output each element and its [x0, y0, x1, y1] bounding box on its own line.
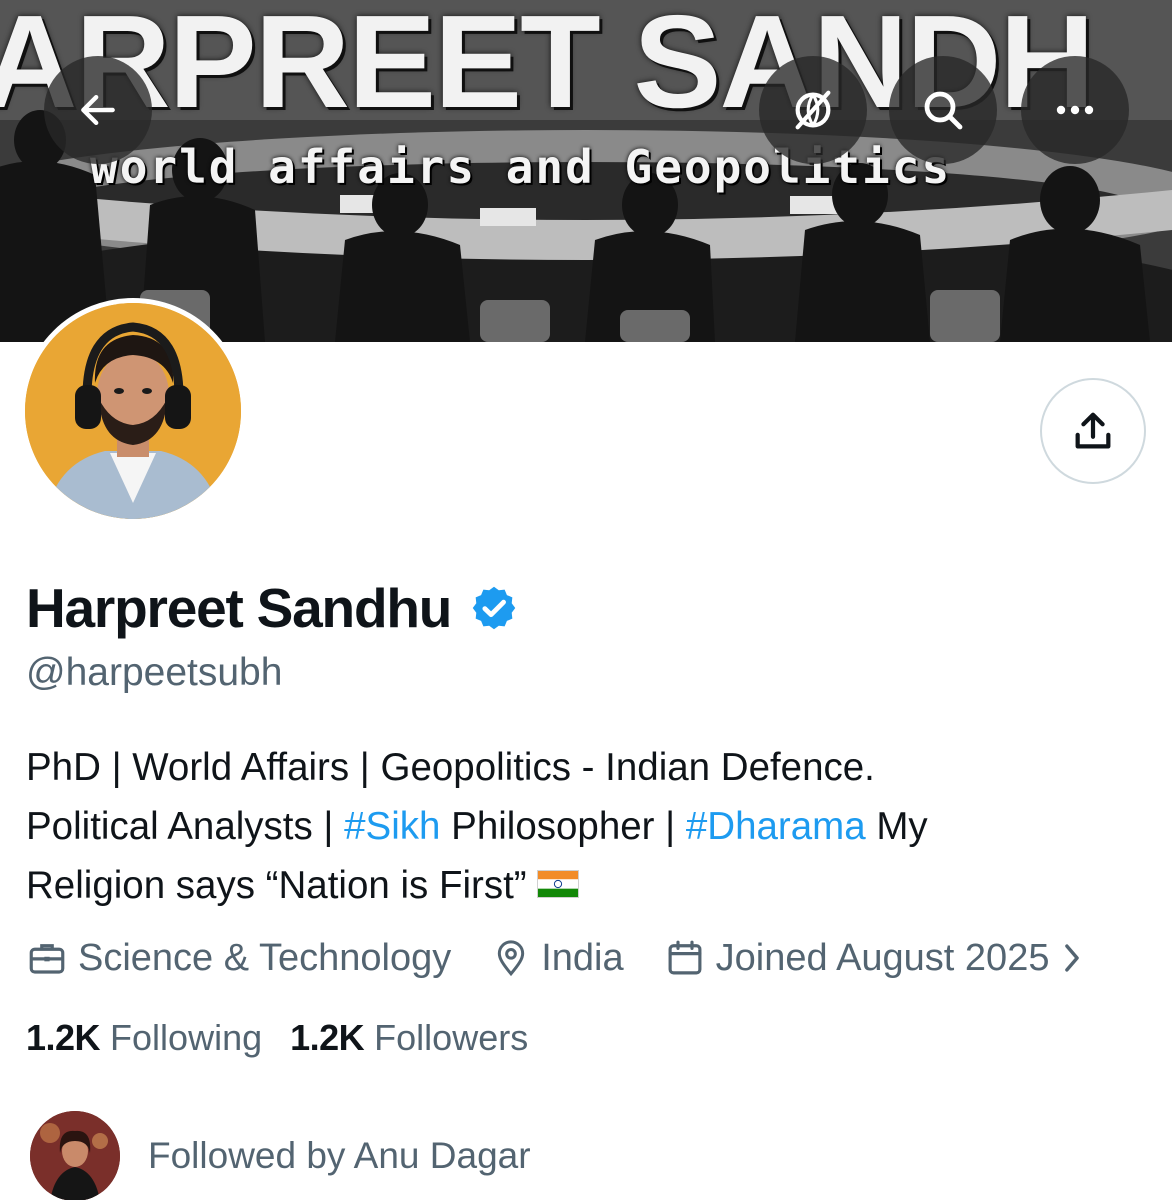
followed-by-row[interactable]: Followed by Anu Dagar [30, 1111, 531, 1200]
profile-bio: PhD | World Affairs | Geopolitics - Indi… [26, 738, 1146, 915]
following-count: 1.2K [26, 1017, 101, 1058]
profile-banner[interactable]: ARPREET SANDH world affairs and Geopolit… [0, 0, 1172, 342]
location-label: India [541, 936, 624, 979]
search-button[interactable] [889, 56, 997, 164]
back-button[interactable] [44, 56, 152, 164]
bio-line-3: Religion says “Nation is First” [26, 856, 1146, 915]
share-icon [1075, 412, 1111, 449]
bio-text: Political Analysts | [26, 805, 345, 848]
following-label: Following [110, 1017, 263, 1058]
follower-avatar [30, 1111, 120, 1200]
location-pin-icon [498, 940, 525, 977]
profile-name-row: Harpreet Sandhu [26, 568, 519, 648]
followers-label: Followers [374, 1017, 529, 1058]
joined-date-label: Joined August 2025 [715, 936, 1050, 979]
category-label: Science & Technology [78, 936, 452, 979]
avatar-image [25, 303, 241, 519]
joined-item[interactable]: Joined August 2025 [664, 937, 1094, 980]
hashtag-link-dharama[interactable]: #Dharama [686, 805, 866, 848]
follow-stats: 1.2K Following 1.2K Followers [26, 1014, 528, 1062]
chevron-right-icon [1065, 944, 1080, 972]
location-item: India [491, 936, 624, 980]
globe-slash-icon [795, 90, 831, 130]
hashtag-link-sikh[interactable]: #Sikh [344, 805, 440, 848]
bio-text: Religion says “Nation is First” [26, 864, 527, 907]
more-dots-icon [1056, 105, 1094, 115]
more-button[interactable] [1021, 56, 1129, 164]
profile-meta-row: Science & Technology India Joined August… [26, 930, 1093, 986]
arrow-left-icon [81, 94, 115, 126]
verified-badge-icon[interactable] [469, 583, 519, 633]
bio-text: Philosopher | [440, 805, 686, 848]
category-item: Science & Technology [26, 937, 451, 980]
followers-link[interactable]: 1.2K Followers [290, 1017, 528, 1059]
translate-button[interactable] [759, 56, 867, 164]
india-flag-icon [536, 869, 579, 898]
bio-line-2: Political Analysts | #Sikh Philosopher |… [26, 797, 1146, 856]
follower-avatar-image [30, 1111, 120, 1200]
profile-handle: @harpeetsubh [26, 651, 283, 694]
bio-text: My [865, 805, 928, 848]
search-icon [924, 91, 963, 130]
share-button[interactable] [1040, 378, 1146, 484]
profile-avatar[interactable] [20, 298, 246, 524]
followers-count: 1.2K [290, 1017, 365, 1058]
bio-line-1: PhD | World Affairs | Geopolitics - Indi… [26, 746, 875, 789]
profile-display-name: Harpreet Sandhu [26, 577, 452, 639]
followed-by-text: Followed by Anu Dagar [148, 1135, 531, 1176]
following-link[interactable]: 1.2K Following [26, 1017, 262, 1059]
briefcase-icon [29, 944, 65, 974]
calendar-icon [668, 940, 702, 975]
